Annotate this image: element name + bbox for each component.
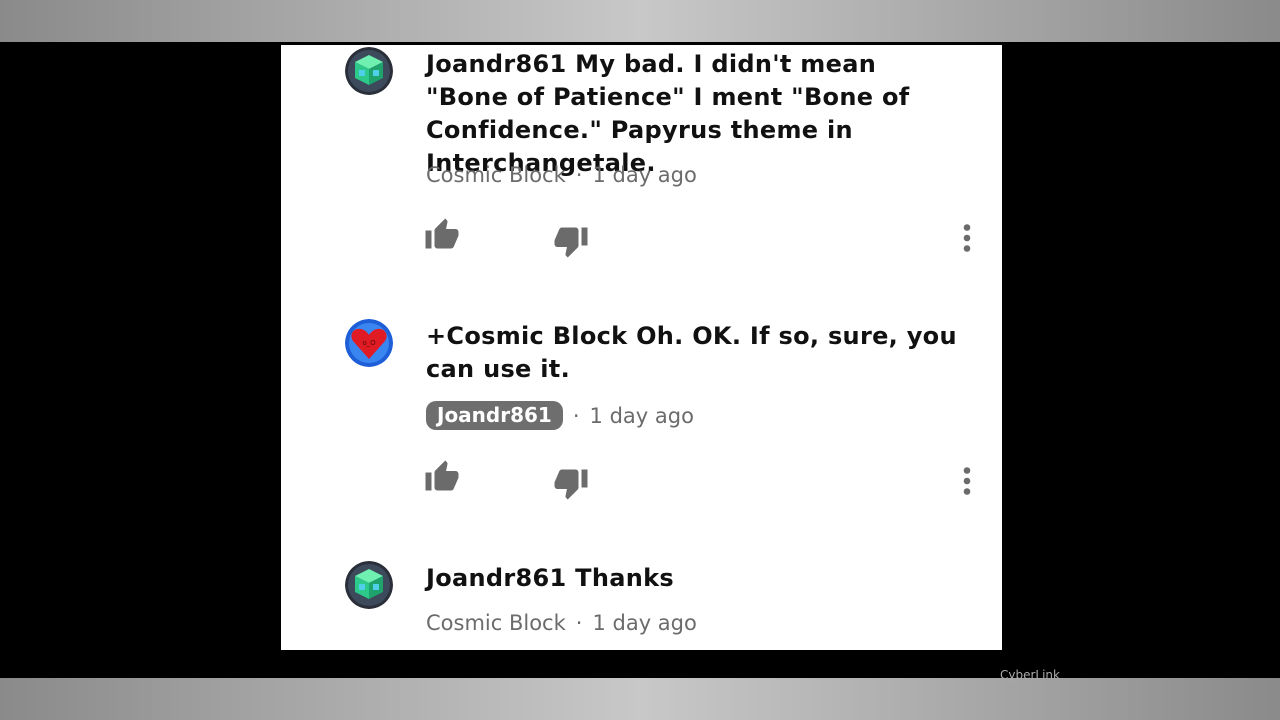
watermark-text: CyberLink bbox=[1000, 668, 1060, 682]
author-name[interactable]: Cosmic Block bbox=[426, 611, 566, 635]
thumbs-up-icon[interactable] bbox=[424, 459, 460, 495]
green-cube-avatar-icon[interactable] bbox=[345, 561, 393, 609]
author-badge[interactable]: Joandr861 bbox=[426, 401, 563, 430]
meta-separator: · bbox=[572, 403, 580, 428]
top-letterbox-bar bbox=[0, 0, 1280, 42]
green-cube-avatar-icon[interactable] bbox=[345, 47, 393, 95]
meta-separator: · bbox=[575, 611, 583, 635]
meta-separator: · bbox=[575, 163, 583, 187]
comment-text: +Cosmic Block Oh. OK. If so, sure, you c… bbox=[426, 322, 957, 383]
thumbs-down-icon[interactable] bbox=[553, 465, 589, 501]
author-name[interactable]: Cosmic Block bbox=[426, 163, 566, 187]
more-vert-icon[interactable] bbox=[949, 463, 985, 499]
svg-text:o_O: o_O bbox=[362, 339, 376, 347]
comment-meta: Joandr861 · 1 day ago bbox=[426, 401, 694, 430]
bottom-letterbox-bar bbox=[0, 678, 1280, 720]
thumbs-down-icon[interactable] bbox=[553, 223, 589, 259]
timestamp: 1 day ago bbox=[592, 611, 697, 635]
comment-meta: Cosmic Block · 1 day ago bbox=[426, 163, 697, 187]
comment-text: Joandr861 Thanks bbox=[426, 564, 674, 592]
timestamp: 1 day ago bbox=[592, 163, 697, 187]
more-vert-icon[interactable] bbox=[949, 220, 985, 256]
comment-thread-panel: Joandr861 My bad. I didn't mean "Bone of… bbox=[281, 45, 1002, 650]
video-frame: Joandr861 My bad. I didn't mean "Bone of… bbox=[0, 0, 1280, 720]
red-heart-avatar-icon[interactable]: o_O bbox=[345, 319, 393, 367]
comment-meta: Cosmic Block · 1 day ago bbox=[426, 611, 697, 635]
comment-text: Joandr861 My bad. I didn't mean "Bone of… bbox=[426, 50, 910, 177]
thumbs-up-icon[interactable] bbox=[424, 217, 460, 253]
timestamp: 1 day ago bbox=[589, 403, 694, 428]
